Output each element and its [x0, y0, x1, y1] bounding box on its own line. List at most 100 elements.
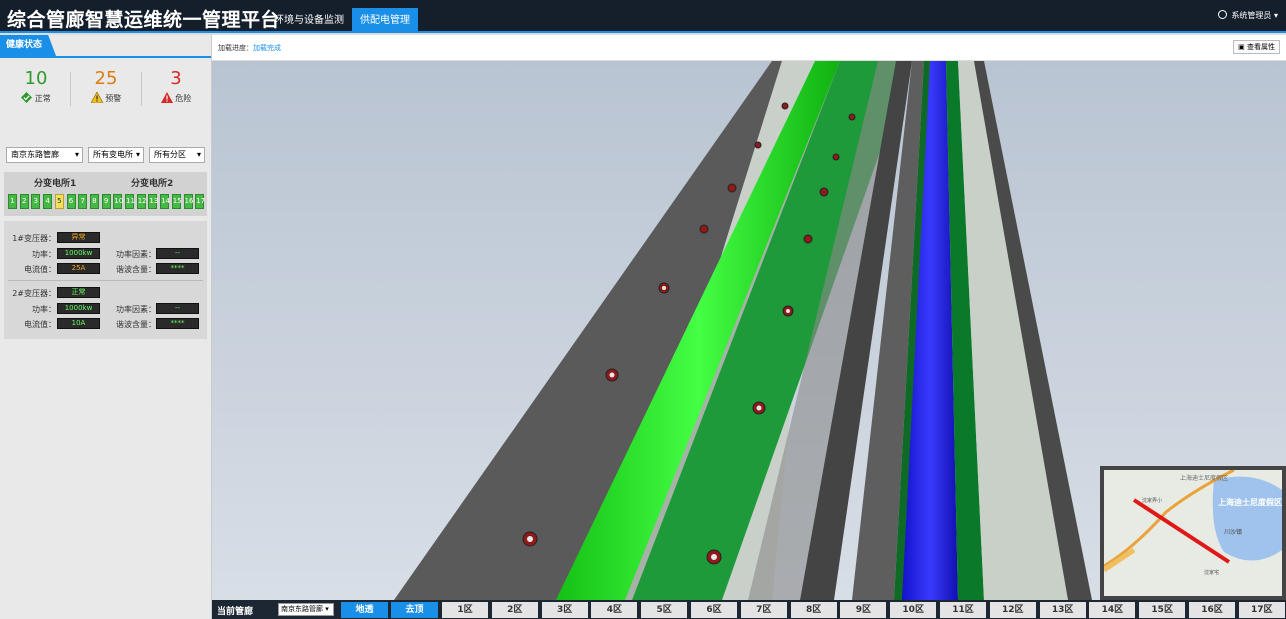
count-warning: 25 预警 — [71, 69, 141, 104]
current-label: 电流值： — [24, 265, 56, 274]
transformer-2-power: 1000kw — [57, 303, 100, 314]
view-attributes-label: 查看属性 — [1247, 43, 1275, 51]
transformer-1-label: 1#变压器： — [12, 234, 56, 243]
segment-4[interactable]: 4 — [43, 194, 53, 209]
view-attributes-button[interactable]: ▣ 查看属性 — [1233, 40, 1280, 54]
section-header: 健康状态 — [0, 35, 211, 58]
minimap-label-big: 上海迪士尼度假区 — [1218, 497, 1282, 507]
power-factor-label: 功率因素： — [116, 250, 156, 259]
transformer-1-status: 异常 — [57, 232, 100, 243]
count-normal-label: 正常 — [34, 94, 51, 103]
main-view: 加载进度：加载完成 ▣ 查看属性 上海迪士尼度假区 上海迪士尼度假区 沈家弄小 … — [212, 35, 1286, 619]
zone-button-9[interactable]: 9区 — [840, 602, 887, 618]
segment-15[interactable]: 15 — [171, 194, 182, 209]
transformer-2-status: 正常 — [57, 287, 100, 298]
sidebar: 健康状态 10 正常 25 预警 3 危险 南京东路管廊 所有变电所 所有分区 … — [0, 35, 212, 619]
current-label: 电流值： — [24, 320, 56, 329]
substation-2-label: 分变电所2 — [131, 179, 174, 189]
transformer-2-label: 2#变压器： — [12, 289, 56, 298]
transformer-1-factor: -- — [156, 248, 199, 259]
zone-button-4[interactable]: 4区 — [591, 602, 638, 618]
minimap-label-mid: 沈家弄小 — [1142, 497, 1162, 504]
zone-button-8[interactable]: 8区 — [790, 602, 837, 618]
zone-button-14[interactable]: 14区 — [1089, 602, 1136, 618]
segment-16[interactable]: 16 — [183, 194, 193, 209]
minimap-label-bottom: 沈家宅 — [1204, 569, 1219, 576]
warning-icon — [90, 91, 104, 104]
app-window: 综合管廊智慧运维统一管理平台 环境与设备监测 供配电管理 系统管理员 ▾ 健康状… — [0, 0, 1286, 619]
segment-11[interactable]: 11 — [125, 194, 135, 209]
segment-6[interactable]: 6 — [66, 194, 76, 209]
load-progress-label: 加载进度： — [218, 44, 253, 52]
user-icon — [1218, 10, 1228, 19]
zone-button-17[interactable]: 17区 — [1238, 602, 1285, 618]
attributes-icon: ▣ — [1238, 43, 1245, 51]
zone-button-15[interactable]: 15区 — [1139, 602, 1186, 618]
substation-1-label: 分变电所1 — [34, 179, 77, 189]
zone-select[interactable]: 所有分区 — [149, 147, 205, 163]
segment-8[interactable]: 8 — [89, 194, 99, 209]
zone-button-1[interactable]: 1区 — [442, 602, 488, 618]
minimap-map[interactable]: 上海迪士尼度假区 上海迪士尼度假区 沈家弄小 川沙镇 沈家宅 — [1102, 468, 1282, 596]
remove-roof-button[interactable]: 去顶 — [391, 602, 438, 618]
transformer-1-power: 1000kw — [57, 248, 100, 259]
harmonic-label: 谐波含量： — [116, 320, 156, 329]
ground-transparent-button[interactable]: 地透 — [341, 602, 388, 618]
transformer-2-harmonic: **** — [156, 318, 199, 329]
danger-icon — [160, 92, 173, 103]
transformer-2-current: 10A — [57, 318, 100, 329]
zone-button-3[interactable]: 3区 — [541, 602, 588, 618]
header: 综合管廊智慧运维统一管理平台 环境与设备监测 供配电管理 系统管理员 ▾ — [0, 0, 1286, 33]
count-normal-value: 10 — [24, 68, 48, 89]
substation-panel: 分变电所1 分变电所2 1 2 3 4 5 6 7 8 9 10 11 12 13 14 15 16 17 — [4, 172, 207, 216]
segment-13[interactable]: 13 — [148, 194, 158, 209]
load-progress-value: 加载完成 — [253, 44, 281, 52]
segment-10[interactable]: 10 — [113, 194, 123, 209]
segment-2[interactable]: 2 — [19, 194, 29, 209]
count-danger-value: 3 — [170, 68, 182, 89]
tab-environment-monitoring[interactable]: 环境与设备监测 — [266, 8, 352, 33]
segment-1[interactable]: 1 — [8, 194, 17, 209]
segment-17[interactable]: 17 — [195, 194, 205, 209]
zone-button-12[interactable]: 12区 — [989, 602, 1036, 618]
segment-3[interactable]: 3 — [31, 194, 41, 209]
count-warning-label: 预警 — [105, 94, 122, 103]
pipe-gallery-select[interactable]: 南京东路管廊 — [6, 147, 83, 163]
minimap-label-top: 上海迪士尼度假区 — [1180, 474, 1228, 482]
minimap-label-right: 川沙镇 — [1224, 528, 1242, 536]
zone-button-2[interactable]: 2区 — [491, 602, 538, 618]
segment-9[interactable]: 9 — [101, 194, 111, 209]
count-danger-label: 危险 — [175, 94, 192, 103]
power-factor-label: 功率因素： — [116, 305, 156, 314]
transformer-1-current: 25A — [57, 263, 100, 274]
zone-button-11[interactable]: 11区 — [940, 602, 986, 618]
zone-toolbar: 当前管廊 南京东路管廊 ▾ 地透 去顶 1区 2区 3区 4区 5区 6区 7区 8区 9区 10… — [212, 600, 1286, 619]
zone-button-10[interactable]: 10区 — [890, 602, 937, 618]
segment-12[interactable]: 12 — [136, 194, 147, 209]
transformer-2-factor: -- — [156, 303, 199, 314]
zone-button-5[interactable]: 5区 — [641, 602, 688, 618]
minimap[interactable]: 上海迪士尼度假区 上海迪士尼度假区 沈家弄小 川沙镇 沈家宅 — [1100, 466, 1286, 600]
count-danger: 3 危险 — [141, 69, 211, 104]
load-progress: 加载进度：加载完成 — [218, 43, 281, 53]
substation-select[interactable]: 所有变电所 — [88, 147, 144, 163]
segment-14[interactable]: 14 — [160, 194, 170, 209]
status-bar: 加载进度：加载完成 ▣ 查看属性 — [212, 35, 1286, 61]
power-label: 功率： — [32, 250, 56, 259]
divider — [8, 280, 203, 281]
zone-button-13[interactable]: 13区 — [1039, 602, 1086, 618]
current-gallery-label: 当前管廊 — [217, 607, 254, 617]
section-title: 健康状态 — [0, 35, 57, 56]
current-gallery-select[interactable]: 南京东路管廊 ▾ — [278, 603, 334, 616]
current-gallery-value: 南京东路管廊 — [281, 605, 323, 613]
segment-5[interactable]: 5 — [54, 194, 64, 209]
app-title: 综合管廊智慧运维统一管理平台 — [7, 9, 281, 31]
tab-power-management[interactable]: 供配电管理 — [352, 8, 418, 33]
harmonic-label: 谐波含量： — [116, 265, 156, 274]
segment-7[interactable]: 7 — [78, 194, 88, 209]
zone-button-16[interactable]: 16区 — [1189, 602, 1235, 618]
transformer-panel: 1#变压器： 异常 功率： 1000kw 功率因素： -- 电流值： 25A 谐… — [4, 221, 207, 339]
zone-button-7[interactable]: 7区 — [740, 602, 787, 618]
user-menu[interactable]: 系统管理员 ▾ — [1218, 10, 1278, 21]
zone-button-6[interactable]: 6区 — [691, 602, 737, 618]
